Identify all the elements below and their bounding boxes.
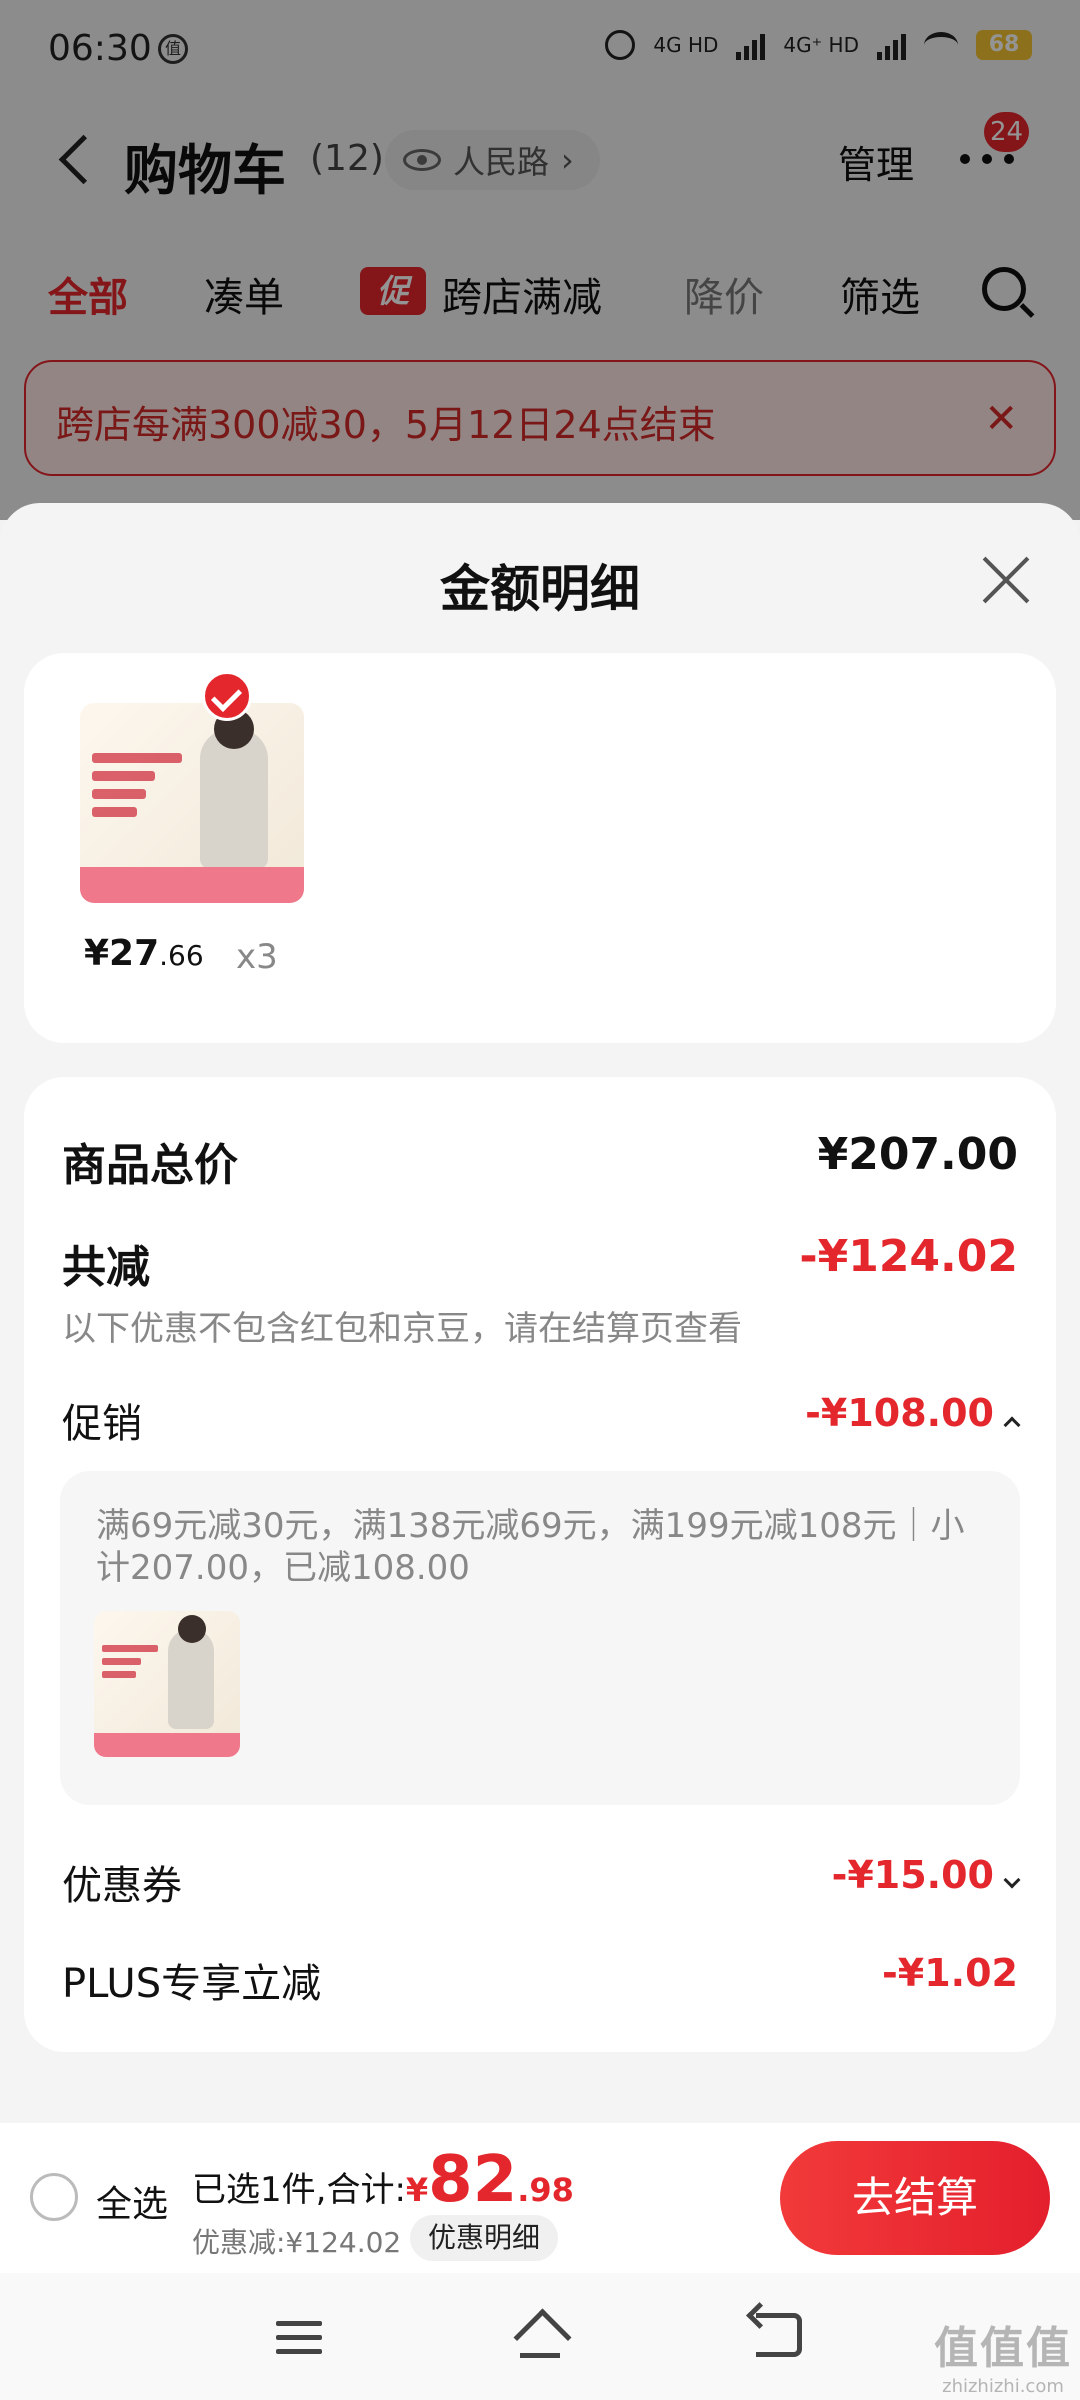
watermark-sub: zhizhizhi.com (942, 2376, 1064, 2397)
promo-label: 促销 (62, 1401, 142, 1447)
amount-detail-sheet: 金额明细 ¥27.66 x3 商品总价 ¥207.00 共减 -¥124.02 … (0, 503, 1080, 2123)
watermark-main: 值值值 (934, 2323, 1072, 2374)
reduce-label: 共减 (62, 1242, 150, 1293)
back-icon[interactable] (756, 2313, 802, 2357)
select-all-label[interactable]: 全选 (96, 2175, 168, 2227)
total-label: 商品总价 (62, 1140, 238, 1191)
checkout-button[interactable]: 去结算 (780, 2141, 1050, 2255)
total-value: ¥207.00 (817, 1129, 1018, 1180)
modal-overlay[interactable] (0, 0, 1080, 520)
reduce-note: 以下优惠不包含红包和京豆，请在结算页查看 (62, 1309, 742, 1349)
promo-detail-text: 满69元减30元，满138元减69元，满199元减108元｜小计207.00，已… (96, 1506, 965, 1588)
selected-text: 已选1件,合计: (192, 2170, 406, 2210)
plus-label: PLUS专享立减 (62, 1961, 322, 2007)
reduce-value: -¥124.02 (799, 1231, 1018, 1282)
chevron-up-icon (1003, 1416, 1021, 1433)
coupon-value: -¥15.00 (831, 1853, 994, 1897)
product-quantity: x3 (236, 937, 278, 977)
coupon-toggle[interactable]: -¥15.00 (831, 1853, 1021, 1897)
discount-detail-button[interactable]: 优惠明细 (410, 2215, 559, 2261)
system-nav-bar (0, 2273, 1080, 2400)
product-thumbnail[interactable] (94, 1611, 240, 1757)
select-all-radio[interactable] (30, 2173, 78, 2221)
total-currency: ¥ (405, 2171, 429, 2209)
promo-toggle[interactable]: -¥108.00 (805, 1391, 1021, 1435)
chevron-down-icon (1003, 1871, 1021, 1888)
product-image[interactable] (80, 703, 304, 903)
watermark: 值值值 zhizhizhi.com (934, 2312, 1072, 2397)
home-icon[interactable] (512, 2313, 568, 2359)
discount-text: 优惠减:¥124.02 (192, 2226, 402, 2259)
promo-detail-box: 满69元减30元，满138元减69元，满199元减108元｜小计207.00，已… (60, 1471, 1020, 1805)
product-price: ¥27.66 (84, 933, 204, 974)
checkout-bar: 全选 已选1件,合计:¥82.98 优惠减:¥124.02 优惠明细 去结算 (0, 2123, 1080, 2273)
menu-icon[interactable] (276, 2321, 322, 2363)
selected-total: 已选1件,合计:¥82.98 (192, 2143, 574, 2217)
sheet-title: 金额明细 (440, 560, 640, 618)
total-main: 82 (428, 2143, 518, 2217)
selected-check-icon (202, 671, 252, 721)
price-detail-card: 商品总价 ¥207.00 共减 -¥124.02 以下优惠不包含红包和京豆，请在… (24, 1077, 1056, 2052)
total-cents: .98 (517, 2171, 574, 2209)
close-icon[interactable] (980, 553, 1032, 605)
promo-value: -¥108.00 (805, 1391, 994, 1435)
plus-value: -¥1.02 (882, 1951, 1018, 1995)
product-card: ¥27.66 x3 (24, 653, 1056, 1043)
coupon-label: 优惠券 (62, 1863, 182, 1909)
